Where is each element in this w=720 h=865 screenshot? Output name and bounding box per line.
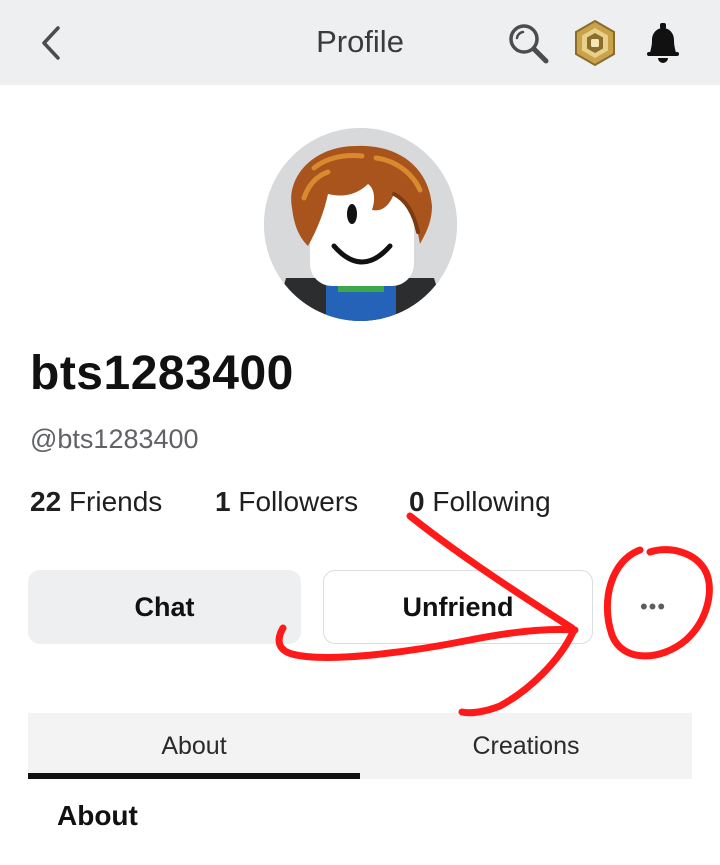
more-options-button[interactable]: ••• <box>613 570 693 644</box>
about-section-heading: About <box>57 800 138 831</box>
profile-tabs: About Creations <box>28 713 692 779</box>
friends-stat[interactable]: 22 Friends <box>30 486 162 518</box>
robux-button[interactable] <box>570 18 620 68</box>
display-name: bts1283400 <box>30 347 294 400</box>
followers-stat[interactable]: 1 Followers <box>215 486 358 518</box>
top-bar: Profile <box>0 0 720 85</box>
tab-about-label: About <box>161 731 227 760</box>
avatar-headshot-image <box>264 128 457 321</box>
notifications-button[interactable] <box>638 18 688 68</box>
more-options-icon: ••• <box>639 594 667 619</box>
robux-icon <box>575 19 615 67</box>
following-count: 0 <box>409 486 425 517</box>
followers-label: Followers <box>238 486 359 517</box>
tab-selected-indicator <box>28 773 360 779</box>
tab-about[interactable]: About <box>28 713 360 779</box>
chat-button-label: Chat <box>134 591 195 622</box>
following-stat[interactable]: 0 Following <box>409 486 551 518</box>
unfriend-button-label: Unfriend <box>402 591 514 622</box>
avatar[interactable] <box>264 128 457 321</box>
username: @bts1283400 <box>30 424 199 454</box>
annotation-arrow-head-lower <box>458 628 577 717</box>
friends-count: 22 <box>30 486 62 517</box>
tab-creations-label: Creations <box>472 731 580 760</box>
tab-creations[interactable]: Creations <box>360 713 692 779</box>
profile-page: Profile bts1283400 @bts1283400 22 Friend… <box>0 0 720 865</box>
followers-count: 1 <box>215 486 231 517</box>
friends-label: Friends <box>68 486 163 517</box>
search-button[interactable] <box>503 18 553 68</box>
following-label: Following <box>432 486 551 517</box>
unfriend-button[interactable]: Unfriend <box>323 570 593 644</box>
chat-button[interactable]: Chat <box>28 570 301 644</box>
bell-icon <box>647 23 679 63</box>
search-icon <box>509 24 549 64</box>
